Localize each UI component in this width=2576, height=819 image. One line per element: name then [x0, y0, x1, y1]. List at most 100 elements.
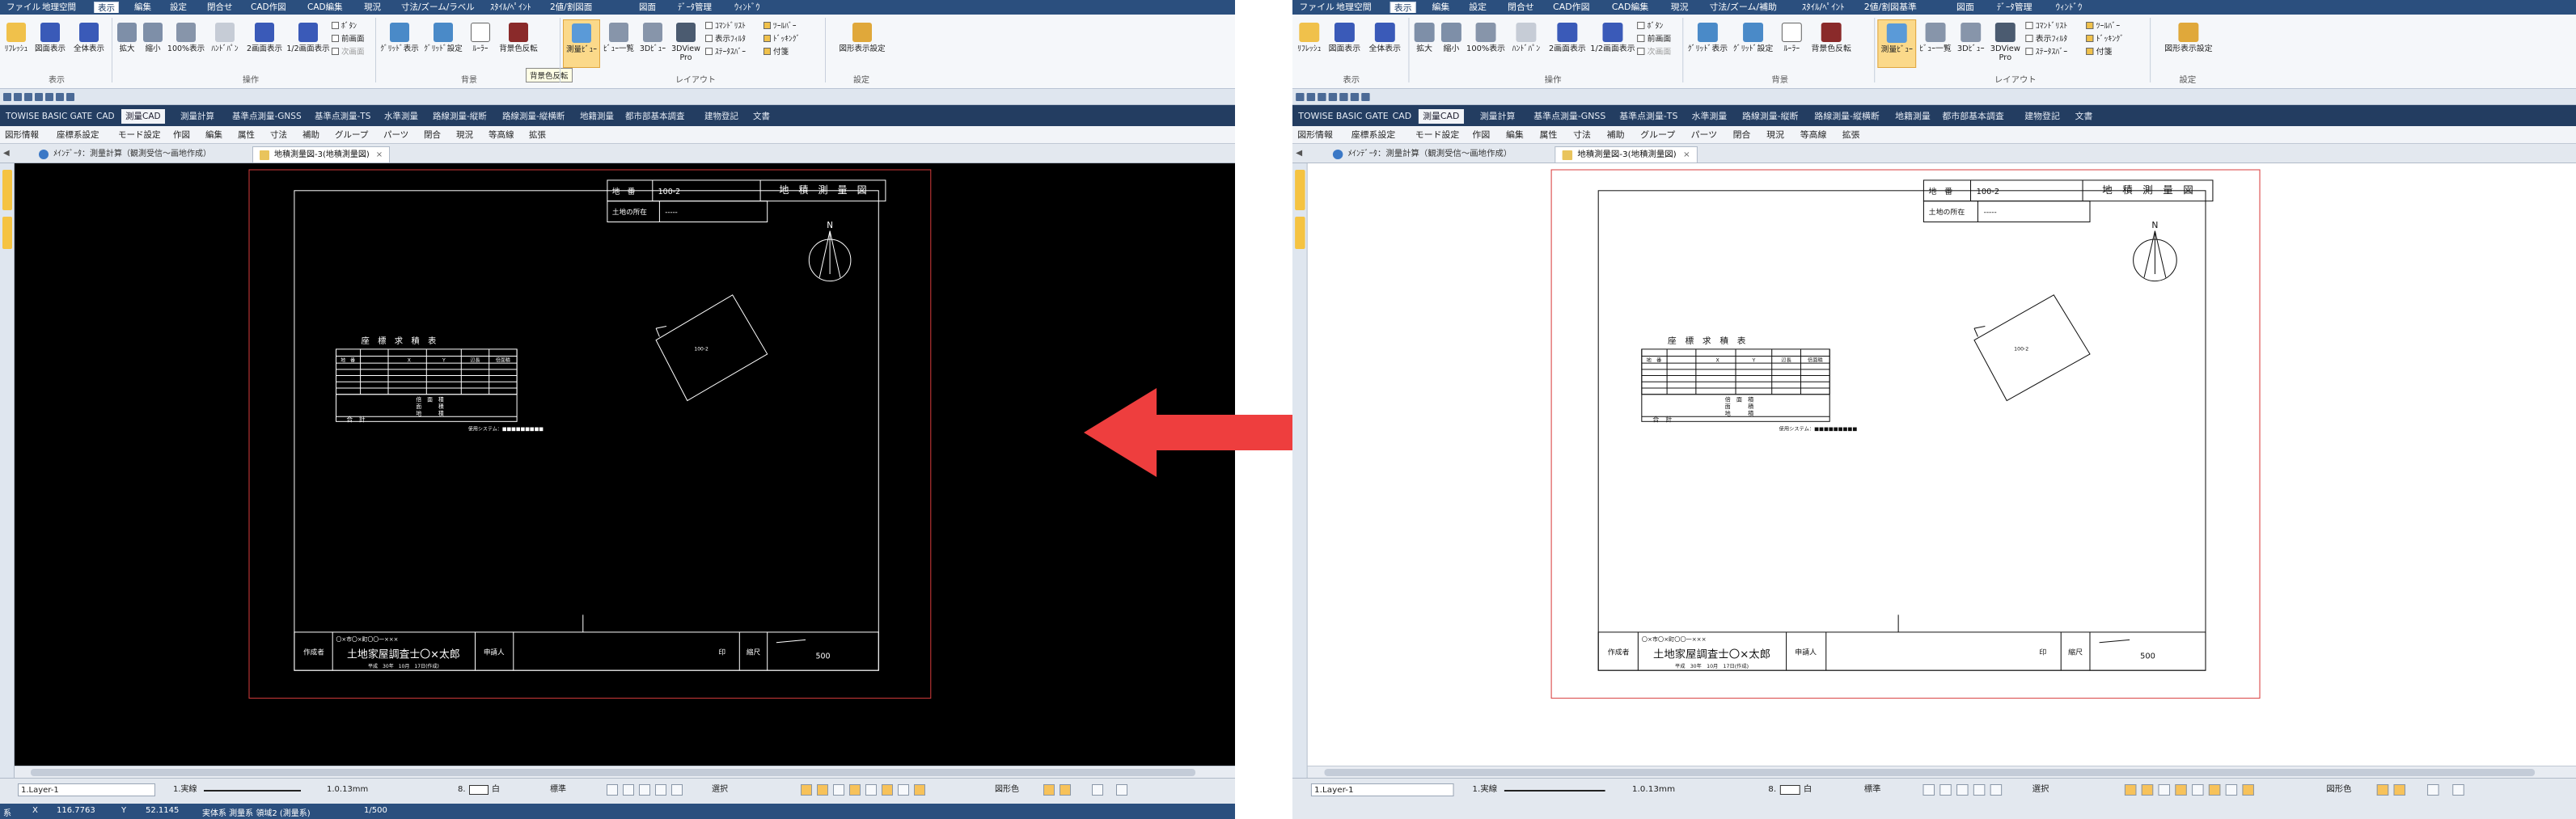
hand-pan-button[interactable]: ﾊﾝﾄﾞﾊﾟﾝ — [1508, 19, 1545, 68]
menu-window[interactable]: ｳｨﾝﾄﾞｳ — [2053, 2, 2086, 13]
tab-mode[interactable]: モード設定 — [1415, 129, 1460, 141]
menu-dimension[interactable]: 寸法/ズーム/ラベル — [398, 2, 478, 13]
next-screen-button[interactable]: 次画面 — [332, 47, 365, 58]
sticky-note-dropdown[interactable]: 付箋 — [2086, 47, 2112, 58]
close-icon[interactable]: × — [1683, 150, 1690, 159]
menu-data[interactable]: ﾃﾞｰﾀ管理 — [675, 2, 715, 13]
button-toggle[interactable]: ﾎﾞﾀﾝ — [332, 21, 357, 32]
doc-tab-cadastral-map[interactable]: 地積測量図-3(地積測量図) × — [252, 146, 391, 163]
tab-towise[interactable]: TOWISE BASIC GATE — [2, 109, 96, 124]
tab-urban-survey[interactable]: 都市部基本調査 — [621, 109, 689, 124]
zoom-out-button[interactable]: 縮小 — [1439, 19, 1464, 68]
refresh-button[interactable]: ﾘﾌﾚｯｼｭ — [1294, 19, 1324, 68]
snap-icon[interactable] — [2242, 784, 2254, 796]
zoom-in-button[interactable]: 拡大 — [115, 19, 139, 68]
menu-closure[interactable]: 閉合せ — [1504, 2, 1538, 13]
new-file-icon[interactable] — [3, 93, 11, 101]
dock-tab[interactable] — [2, 170, 12, 210]
tab-cad[interactable]: CAD — [92, 109, 119, 124]
tab-closure[interactable]: 閉合 — [1733, 129, 1751, 141]
menu-dimension[interactable]: 寸法/ズーム/補助 — [1706, 2, 1780, 13]
tab-documents[interactable]: 文書 — [2071, 109, 2096, 124]
grid-show-button[interactable]: ｸﾞﾘｯﾄﾞ表示 — [1686, 19, 1729, 68]
menu-settings[interactable]: 設定 — [1466, 2, 1490, 13]
layer-select[interactable]: 1.Layer-1 — [18, 783, 155, 796]
snap-icon[interactable] — [914, 784, 925, 796]
prev-screen-button[interactable]: 前画面 — [332, 34, 365, 45]
tab-ts[interactable]: 基準点測量-TS — [311, 109, 374, 124]
undo-icon[interactable] — [45, 93, 53, 101]
menu-view[interactable]: 表示 — [1390, 2, 1416, 13]
style-select[interactable]: 標準 — [1864, 783, 1881, 796]
sticky-note-dropdown[interactable]: 付箋 — [763, 47, 789, 58]
tab-route-cross[interactable]: 路線測量-縦横断 — [1810, 109, 1884, 124]
tab-survey-cad[interactable]: 測量CAD — [1418, 109, 1464, 124]
menu-file[interactable]: ファイル — [3, 2, 44, 13]
tab-route-profile[interactable]: 路線測量-縦断 — [1738, 109, 1803, 124]
tab-ts[interactable]: 基準点測量-TS — [1615, 109, 1681, 124]
snap-icon[interactable] — [2141, 784, 2154, 796]
tab-contour[interactable]: 等高線 — [489, 129, 514, 141]
tab-extension[interactable]: 拡張 — [529, 129, 546, 141]
tab-building-reg[interactable]: 建物登記 — [700, 109, 742, 124]
command-list-toggle[interactable]: ｺﾏﾝﾄﾞﾘｽﾄ — [2025, 21, 2067, 32]
command-list-toggle[interactable]: ｺﾏﾝﾄﾞﾘｽﾄ — [705, 21, 746, 32]
new-file-icon[interactable] — [1296, 93, 1305, 101]
chevron-left-icon[interactable]: ◀ — [3, 149, 10, 158]
fit-all-button[interactable]: 全体表示 — [71, 19, 107, 68]
menu-drawing[interactable]: 図面 — [636, 2, 659, 13]
fit-all-button[interactable]: 全体表示 — [1366, 19, 1403, 68]
horizontal-scrollbar[interactable] — [15, 766, 1235, 778]
zoom-100-button[interactable]: 100%表示 — [167, 19, 205, 68]
tab-dimension[interactable]: 寸法 — [270, 129, 287, 141]
lineweight-select[interactable]: 1.0.13mm — [327, 783, 368, 796]
copy-style-icon[interactable] — [1990, 784, 2003, 796]
menu-window[interactable]: ｳｨﾝﾄﾞｳ — [731, 2, 763, 13]
menu-view[interactable]: 表示 — [94, 2, 119, 13]
view-3d-pro-button[interactable]: 3DView Pro — [1989, 19, 2023, 68]
print-icon[interactable] — [35, 93, 43, 101]
tab-documents[interactable]: 文書 — [749, 109, 774, 124]
menu-status[interactable]: 現況 — [1668, 2, 1692, 13]
drawing-canvas[interactable]: 地 番 100-2 地 積 測 量 図土地の所在 ----- N 座 標 求 積 表地 番… — [15, 163, 1235, 766]
horizontal-scrollbar[interactable] — [1307, 766, 2576, 778]
menu-data[interactable]: ﾃﾞｰﾀ管理 — [1994, 2, 2036, 13]
tab-assist[interactable]: 補助 — [1607, 129, 1625, 141]
tab-coord-system[interactable]: 座標系設定 — [57, 129, 99, 141]
snap-icon[interactable] — [882, 784, 893, 796]
view-list-button[interactable]: ﾋﾞｭｰ一覧 — [1918, 19, 1953, 68]
tab-status[interactable]: 現況 — [1766, 129, 1784, 141]
color-number[interactable]: 8. — [458, 783, 466, 796]
menu-drawing[interactable]: 図面 — [1953, 2, 1977, 13]
open-file-icon[interactable] — [14, 93, 22, 101]
linetype-select[interactable]: 1.実線 — [1472, 783, 1497, 796]
half-view-button[interactable]: 1/2画面表示 — [286, 19, 330, 68]
tab-shape-info[interactable]: 図形情報 — [1297, 129, 1333, 141]
save-icon[interactable] — [1318, 93, 1326, 101]
menu-binary[interactable]: 2値/割図基準 — [1861, 2, 1920, 13]
tab-gnss[interactable]: 基準点測量-GNSS — [228, 109, 306, 124]
invert-background-button[interactable]: 背景色反転 — [1808, 19, 1854, 68]
display-filter-toggle[interactable]: 表示ﾌｨﾙﾀ — [705, 34, 746, 45]
layer-tool-icon[interactable] — [1116, 784, 1127, 796]
dock-tab[interactable] — [2, 217, 12, 249]
select-mode[interactable]: 選択 — [712, 783, 728, 796]
tab-towise[interactable]: TOWISE BASIC GATE — [1294, 109, 1393, 124]
layer-tool-icon[interactable] — [1043, 784, 1055, 796]
menu-binary[interactable]: 2値/割図面 — [547, 2, 595, 13]
snap-icon[interactable] — [833, 784, 844, 796]
style-select[interactable]: 標準 — [550, 783, 566, 796]
menu-cad-draw[interactable]: CAD作図 — [1550, 2, 1593, 13]
survey-view-button[interactable]: 測量ﾋﾞｭｰ — [563, 19, 600, 68]
tab-building-reg[interactable]: 建物登記 — [2020, 109, 2064, 124]
color-number[interactable]: 8. — [1768, 783, 1776, 796]
tab-assist[interactable]: 補助 — [302, 129, 319, 141]
layer-tool-icon[interactable] — [1092, 784, 1103, 796]
layer-tool-icon[interactable] — [2393, 784, 2406, 796]
dock-tab[interactable] — [1295, 217, 1305, 249]
menu-cad-draw[interactable]: CAD作図 — [247, 2, 290, 13]
tab-dimension[interactable]: 寸法 — [1573, 129, 1591, 141]
grid-settings-button[interactable]: ｸﾞﾘｯﾄﾞ設定 — [1732, 19, 1775, 68]
half-view-button[interactable]: 1/2画面表示 — [1590, 19, 1635, 68]
snap-icon[interactable] — [2192, 784, 2204, 796]
